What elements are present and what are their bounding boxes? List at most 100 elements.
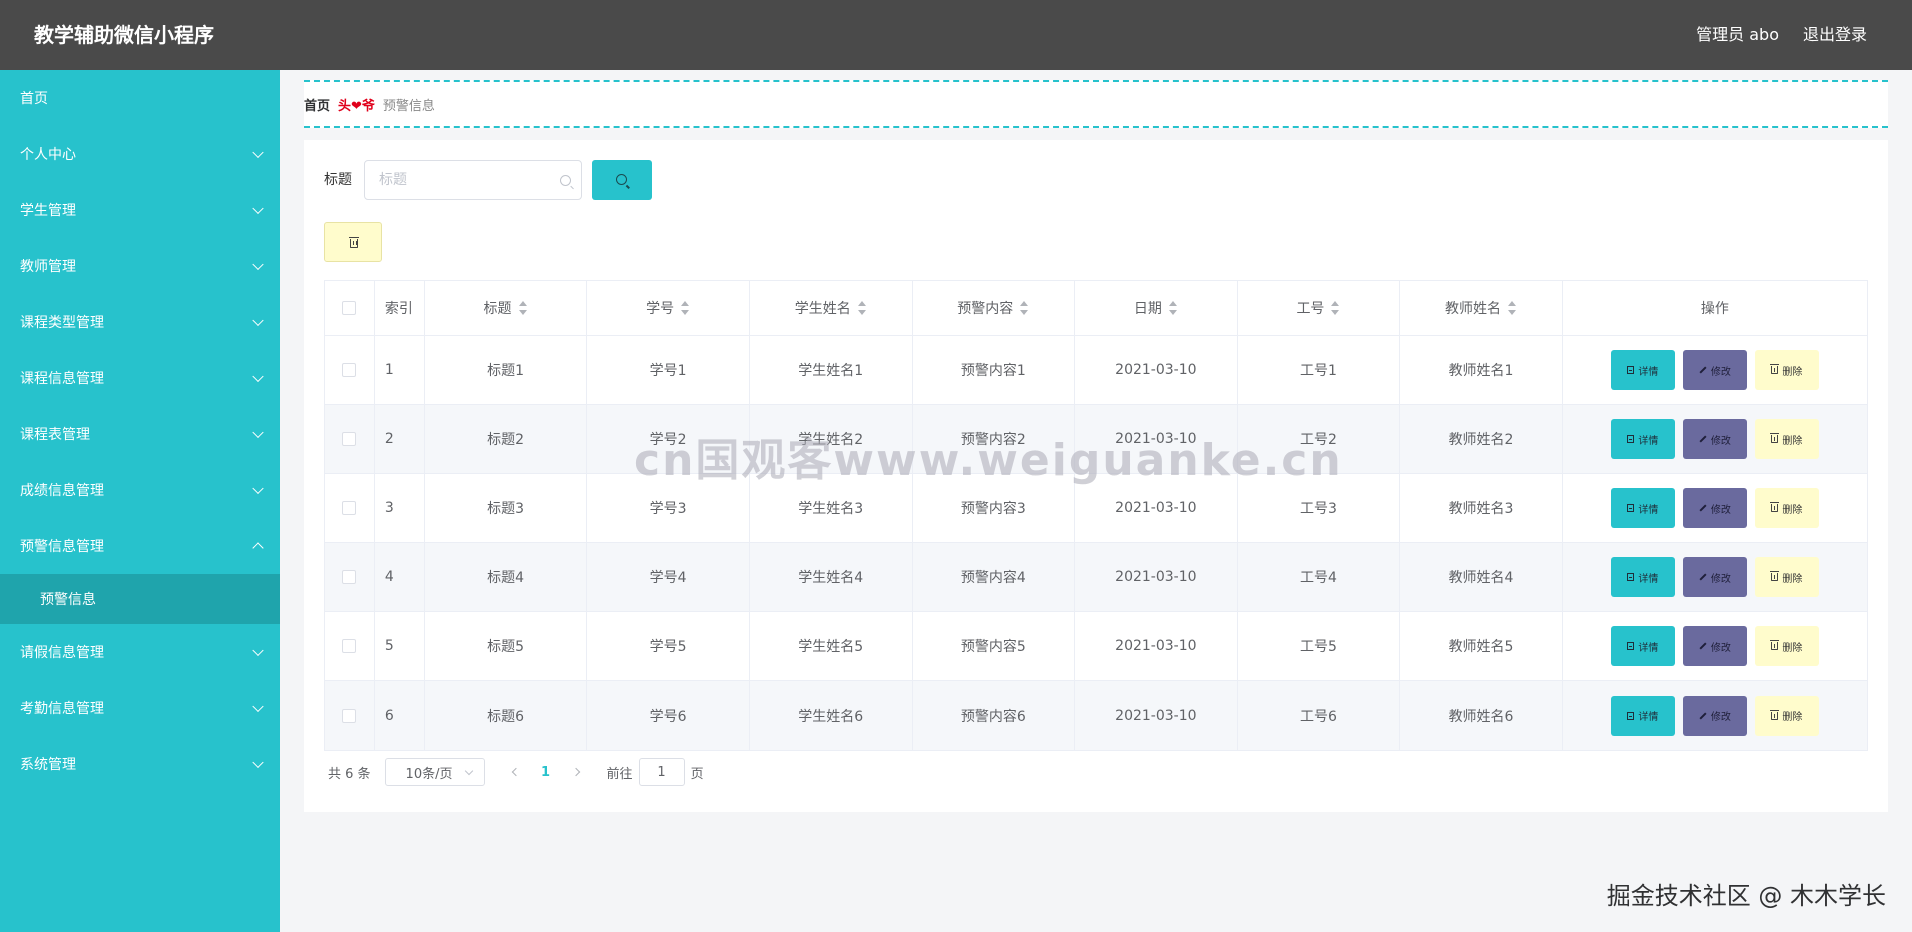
row-checkbox[interactable] (342, 708, 357, 723)
chevron-down-icon (252, 426, 264, 439)
sidebar-item[interactable]: 预警信息管理 (0, 518, 280, 574)
cell-teacher-name: 教师姓名4 (1400, 543, 1563, 611)
sidebar-item[interactable]: 个人中心 (0, 126, 280, 182)
goto-page-input[interactable] (638, 758, 685, 786)
sort-icon[interactable] (1168, 301, 1178, 315)
cell-index: 2 (375, 405, 425, 473)
breadcrumb-current: 预警信息 (382, 98, 435, 114)
edit-button-label: 修改 (1710, 642, 1731, 654)
detail-button[interactable]: 详情 (1610, 626, 1675, 666)
header-date[interactable]: 日期 (1075, 281, 1238, 335)
table-row: 1 标题1 学号1 学生姓名1 预警内容1 2021-03-10 工号1 教师姓名1 详情 修改 删… (325, 336, 1867, 405)
cell-teacher-name: 教师姓名1 (1400, 336, 1563, 404)
detail-button[interactable]: 详情 (1610, 488, 1675, 528)
sidebar-item[interactable]: 考勤信息管理 (0, 680, 280, 736)
row-checkbox[interactable] (342, 432, 357, 446)
header-content[interactable]: 预警内容 (913, 281, 1076, 335)
trash-icon (1770, 640, 1780, 650)
breadcrumb-home[interactable]: 首页 (304, 95, 330, 114)
delete-button[interactable]: 删除 (1754, 350, 1819, 390)
chevron-down-icon (252, 370, 264, 383)
sidebar-item[interactable]: 教师管理 (0, 238, 280, 294)
sidebar-item[interactable]: 系统管理 (0, 736, 280, 792)
cell-date: 2021-03-10 (1075, 474, 1238, 542)
sidebar-item[interactable]: 课程类型管理 (0, 294, 280, 350)
cell-student-no: 学号5 (587, 612, 750, 680)
row-checkbox[interactable] (342, 639, 357, 653)
credit-overlay: 掘金技术社区 @ 木木学长 (1606, 882, 1886, 910)
delete-button-label: 删除 (1782, 435, 1803, 447)
sort-icon[interactable] (1019, 301, 1029, 315)
cell-title: 标题4 (425, 543, 588, 611)
header-staff-no[interactable]: 工号 (1238, 281, 1401, 335)
edit-button[interactable]: 修改 (1682, 557, 1747, 597)
sidebar-item[interactable]: 请假信息管理 (0, 624, 280, 680)
sort-icon[interactable] (1330, 301, 1340, 315)
header-teacher-name-label: 教师姓名 (1445, 301, 1502, 317)
page-size-select[interactable]: 10条/页 (384, 758, 485, 786)
sidebar-item[interactable]: 学生管理 (0, 182, 280, 238)
search-button[interactable] (592, 160, 652, 200)
header-student-no[interactable]: 学号 (587, 281, 750, 335)
chevron-down-icon (252, 644, 264, 657)
bulk-delete-button[interactable] (324, 222, 382, 262)
header-student-name[interactable]: 学生姓名 (750, 281, 913, 335)
search-input[interactable] (365, 161, 545, 199)
select-all-checkbox[interactable] (342, 301, 357, 315)
sidebar-item[interactable]: 首页 (0, 70, 280, 126)
document-icon (1627, 711, 1635, 720)
detail-button[interactable]: 详情 (1610, 419, 1675, 459)
sidebar-subitem-active[interactable]: 预警信息 (0, 574, 280, 624)
sidebar-item-label: 首页 (20, 91, 48, 107)
delete-button[interactable]: 删除 (1754, 488, 1819, 528)
document-icon (1627, 366, 1635, 374)
chevron-down-icon (252, 146, 264, 159)
sidebar-item[interactable]: 成绩信息管理 (0, 462, 280, 518)
chevron-down-icon (252, 202, 264, 215)
detail-button[interactable]: 详情 (1610, 350, 1675, 390)
delete-button[interactable]: 删除 (1754, 695, 1819, 736)
edit-button[interactable]: 修改 (1682, 419, 1747, 459)
header-title[interactable]: 标题 (425, 281, 588, 335)
edit-button[interactable]: 修改 (1682, 626, 1747, 666)
sidebar-item-label: 请假信息管理 (20, 645, 104, 661)
cell-student-no: 学号2 (587, 405, 750, 473)
edit-button-label: 修改 (1710, 366, 1731, 378)
document-icon (1627, 435, 1635, 443)
table-row: 3 标题3 学号3 学生姓名3 预警内容3 2021-03-10 工号3 教师姓名3 详情 修改 删… (325, 474, 1867, 543)
prev-page-button[interactable] (501, 758, 531, 786)
table-row: 6 标题6 学号6 学生姓名6 预警内容6 2021-03-10 工号6 教师姓名6 详情 修改 删… (325, 681, 1867, 750)
sidebar-item[interactable]: 课程信息管理 (0, 350, 280, 406)
sort-icon[interactable] (1507, 301, 1517, 315)
cell-title: 标题6 (425, 681, 588, 750)
row-checkbox[interactable] (342, 570, 357, 584)
row-checkbox[interactable] (342, 363, 357, 377)
cell-content: 预警内容2 (913, 405, 1076, 473)
delete-button[interactable]: 删除 (1754, 557, 1819, 597)
detail-button[interactable]: 详情 (1610, 695, 1675, 736)
delete-button[interactable]: 删除 (1754, 626, 1819, 666)
sort-icon[interactable] (518, 301, 528, 315)
cell-content: 预警内容6 (913, 681, 1076, 750)
document-icon (1627, 573, 1635, 581)
logout-button[interactable]: 退出登录 (1803, 24, 1867, 46)
sort-icon[interactable] (857, 301, 867, 315)
cell-index: 4 (375, 543, 425, 611)
delete-button[interactable]: 删除 (1754, 419, 1819, 459)
edit-button[interactable]: 修改 (1682, 695, 1747, 736)
detail-button[interactable]: 详情 (1610, 557, 1675, 597)
sidebar-item-label: 个人中心 (20, 147, 76, 163)
edit-button[interactable]: 修改 (1682, 488, 1747, 528)
edit-button[interactable]: 修改 (1682, 350, 1747, 390)
sidebar-item-label: 课程表管理 (20, 427, 90, 443)
header-ops: 操作 (1563, 281, 1867, 335)
next-page-button[interactable] (561, 758, 591, 786)
sort-icon[interactable] (680, 301, 690, 315)
row-checkbox[interactable] (342, 501, 357, 515)
chevron-down-icon (252, 258, 264, 271)
sidebar-item[interactable]: 课程表管理 (0, 406, 280, 462)
cell-ops: 详情 修改 删除 (1563, 612, 1867, 680)
header-teacher-name[interactable]: 教师姓名 (1400, 281, 1563, 335)
current-page[interactable]: 1 (531, 765, 561, 780)
detail-button-label: 详情 (1638, 712, 1659, 723)
